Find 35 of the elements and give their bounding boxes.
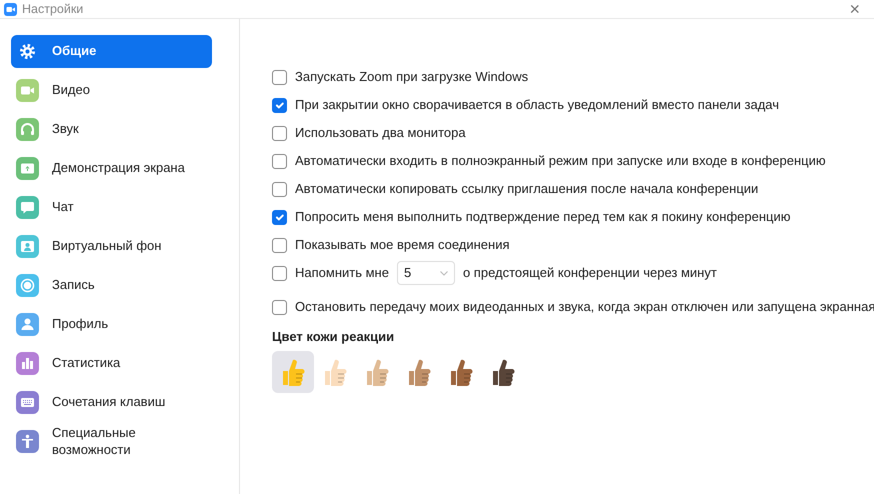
sidebar-item[interactable]: Профиль xyxy=(11,308,212,341)
sidebar-item[interactable]: Сочетания клавиш xyxy=(11,386,212,419)
option-label: Напомнить мне xyxy=(295,264,389,282)
option-label: Автоматически копировать ссылку приглашения после начала конференции xyxy=(295,180,758,198)
option-label: Запускать Zoom при загрузке Windows xyxy=(295,68,528,86)
sidebar-item[interactable]: Специальные возможности xyxy=(11,425,212,459)
sidebar-item[interactable]: Запись xyxy=(11,269,212,302)
checkbox[interactable] xyxy=(272,154,287,168)
chevron-down-icon xyxy=(440,270,448,276)
checkbox[interactable] xyxy=(272,238,287,252)
option-label: Попросить меня выполнить подтверждение перед тем как я покину конференцию xyxy=(295,208,790,226)
section-heading: Цвет кожи реакции xyxy=(272,328,396,346)
checkbox[interactable] xyxy=(272,70,287,84)
sidebar-item[interactable]: Общие xyxy=(11,35,212,68)
checkbox[interactable] xyxy=(272,300,287,314)
sidebar-item[interactable]: Виртуальный фон xyxy=(11,230,212,263)
option-label: Показывать мое время соединения xyxy=(295,236,510,254)
option-suffix: о предстоящей конференции через минут xyxy=(462,264,717,282)
checkbox[interactable] xyxy=(272,98,287,112)
sidebar-item[interactable]: Демонстрация экрана xyxy=(11,152,212,185)
window-title: Настройки xyxy=(22,0,84,18)
option-label: Автоматически входить в полноэкранный режим при запуске или входе в конференцию xyxy=(295,152,826,170)
close-button[interactable]: × xyxy=(839,0,870,18)
sidebar-item[interactable]: Звук xyxy=(11,113,212,146)
sidebar-item[interactable]: Чат xyxy=(11,191,212,224)
app-icon xyxy=(4,2,17,16)
checkbox[interactable] xyxy=(272,182,287,196)
checkbox[interactable] xyxy=(272,266,287,280)
checkbox[interactable] xyxy=(272,126,287,140)
sidebar-item[interactable]: Видео xyxy=(11,74,212,107)
option-label: При закрытии окно сворачивается в область уведомлений вместо панели задач xyxy=(295,96,780,114)
checkbox[interactable] xyxy=(272,210,287,224)
option-label: Использовать два монитора xyxy=(295,124,466,142)
sidebar-item[interactable]: Статистика xyxy=(11,347,212,380)
minutes-dropdown[interactable]: 5 xyxy=(396,261,455,285)
